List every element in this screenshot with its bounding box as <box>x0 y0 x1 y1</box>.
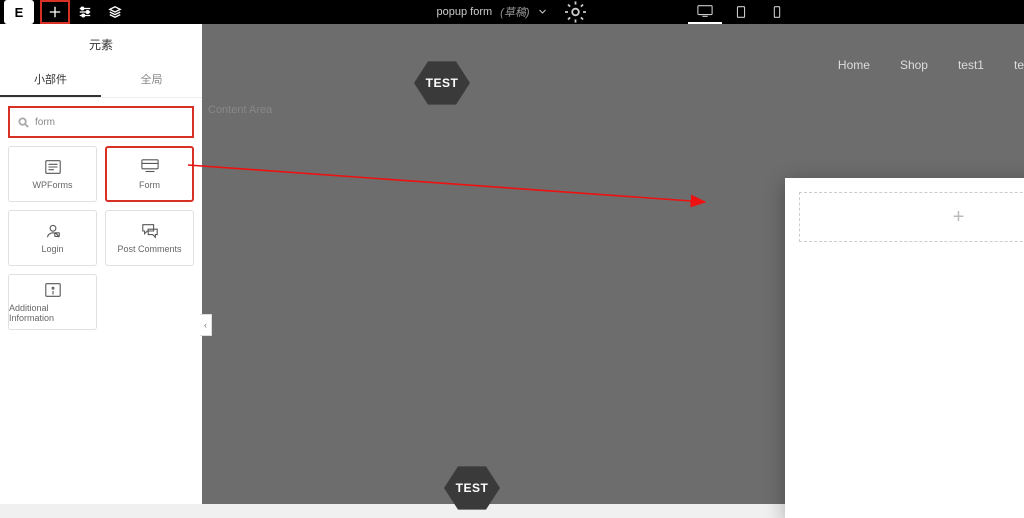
editor-canvas: Content Area TEST Home Shop test1 test2 … <box>202 24 1024 504</box>
widget-label: Additional Information <box>9 303 96 323</box>
widget-search[interactable] <box>8 106 194 138</box>
site-nav: Home Shop test1 test2 <box>838 58 1024 72</box>
mobile-icon <box>769 5 785 19</box>
topbar-left: E <box>0 0 130 24</box>
nav-test1[interactable]: test1 <box>958 58 984 72</box>
mobile-device-button[interactable] <box>760 0 794 24</box>
site-logo-footer: TEST <box>438 460 506 516</box>
topbar-center: popup form (草稿) <box>437 0 588 24</box>
widget-label: Form <box>139 180 160 190</box>
widget-wpforms[interactable]: WPForms <box>8 146 97 202</box>
add-element-button[interactable] <box>40 0 70 24</box>
test-badge: TEST <box>414 59 470 107</box>
nav-home[interactable]: Home <box>838 58 870 72</box>
panel-collapse-handle[interactable]: ‹ <box>200 314 212 336</box>
popup-dropzone[interactable]: + <box>799 192 1024 242</box>
content-area-label: Content Area <box>208 104 272 116</box>
search-input[interactable] <box>35 117 184 128</box>
tablet-device-button[interactable] <box>724 0 758 24</box>
page-settings-button[interactable] <box>563 0 587 24</box>
widget-label: Login <box>41 244 63 254</box>
login-icon <box>42 222 64 240</box>
tab-widgets[interactable]: 小部件 <box>0 63 101 97</box>
layers-button[interactable] <box>100 0 130 24</box>
nav-test2[interactable]: test2 <box>1014 58 1024 72</box>
form-icon <box>42 158 64 176</box>
popup-preview: ✕ + <box>785 178 1024 518</box>
widget-post-comments[interactable]: Post Comments <box>105 210 194 266</box>
layers-icon <box>108 5 122 19</box>
gear-icon <box>563 0 587 24</box>
plus-icon <box>48 5 62 19</box>
widget-grid: WPForms Form Login Post Comments Additio… <box>0 146 202 330</box>
document-title[interactable]: popup form <box>437 6 493 18</box>
test-badge: TEST <box>444 464 500 512</box>
search-icon <box>18 117 29 128</box>
sliders-icon <box>78 5 92 19</box>
widget-additional-info[interactable]: Additional Information <box>8 274 97 330</box>
panel-title: 元素 <box>0 24 202 63</box>
search-wrap <box>0 98 202 146</box>
desktop-device-button[interactable] <box>688 0 722 24</box>
add-section-icon: + <box>953 206 965 229</box>
desktop-icon <box>697 4 713 18</box>
tab-global[interactable]: 全局 <box>101 63 202 97</box>
widget-form[interactable]: Form <box>105 146 194 202</box>
info-icon <box>42 281 64 299</box>
device-switcher <box>688 0 794 24</box>
nav-shop[interactable]: Shop <box>900 58 928 72</box>
widget-login[interactable]: Login <box>8 210 97 266</box>
chevron-down-icon[interactable] <box>537 7 547 17</box>
widget-label: WPForms <box>33 180 73 190</box>
widget-label: Post Comments <box>117 244 181 254</box>
top-bar: E popup form (草稿) <box>0 0 1024 24</box>
elements-panel: 元素 小部件 全局 WPForms Form Login Post Commen… <box>0 24 202 504</box>
elementor-logo[interactable]: E <box>4 0 34 24</box>
tablet-icon <box>733 5 749 19</box>
document-status: (草稿) <box>500 4 529 20</box>
form-icon <box>139 158 161 176</box>
panel-tabs: 小部件 全局 <box>0 63 202 98</box>
site-logo: TEST <box>412 57 472 109</box>
settings-button[interactable] <box>70 0 100 24</box>
comments-icon <box>139 222 161 240</box>
